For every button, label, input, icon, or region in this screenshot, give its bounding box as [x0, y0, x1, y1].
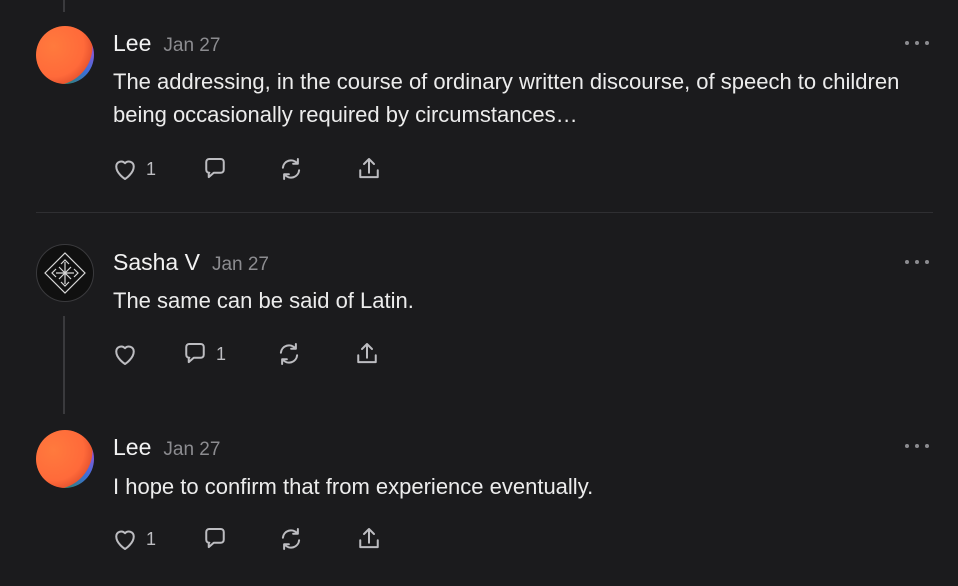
thread-line-top — [63, 0, 65, 12]
comment-meta: Sasha V Jan 27 — [113, 249, 269, 276]
comment-meta: Lee Jan 27 — [113, 434, 220, 461]
more-options-button[interactable] — [905, 38, 929, 48]
comment-body: The same can be said of Latin. — [113, 288, 414, 313]
share-button[interactable] — [354, 524, 384, 554]
restack-button[interactable] — [276, 154, 306, 184]
share-icon — [357, 343, 377, 364]
ellipsis-dot — [925, 260, 929, 264]
ellipsis-icon — [905, 444, 909, 448]
like-count: 1 — [146, 528, 157, 549]
reply-button[interactable] — [200, 524, 236, 554]
heart-icon — [115, 345, 135, 365]
avatar[interactable] — [36, 430, 94, 488]
speech-bubble-icon — [205, 158, 225, 179]
share-button[interactable] — [354, 154, 384, 184]
reply-button[interactable] — [200, 154, 236, 184]
thread-line-reply — [63, 316, 65, 414]
like-button[interactable]: 1 — [110, 154, 156, 184]
comment-body: I hope to confirm that from experience e… — [113, 474, 594, 499]
restack-icon — [279, 343, 299, 365]
speech-bubble-icon — [205, 528, 225, 549]
like-button[interactable] — [110, 339, 146, 369]
ellipsis-dot — [915, 260, 919, 264]
speech-bubble-icon — [185, 343, 205, 364]
like-count: 1 — [146, 158, 157, 179]
comment-divider — [36, 212, 933, 213]
heart-icon — [115, 530, 135, 550]
share-icon — [359, 158, 379, 179]
ellipsis-dot — [925, 444, 929, 448]
author-name[interactable]: Sasha V — [113, 249, 200, 276]
restack-icon — [281, 528, 301, 550]
reply-button[interactable]: 1 — [180, 339, 226, 369]
comment-date[interactable]: Jan 27 — [163, 439, 220, 461]
comment-meta: Lee Jan 27 — [113, 30, 220, 57]
comment-date[interactable]: Jan 27 — [163, 35, 220, 57]
comment-body: The addressing, in the course of ordinar… — [113, 69, 900, 127]
author-name[interactable]: Lee — [113, 434, 151, 461]
avatar[interactable] — [36, 26, 94, 84]
ellipsis-dot — [915, 444, 919, 448]
author-name[interactable]: Lee — [113, 30, 151, 57]
reply-count: 1 — [216, 343, 227, 364]
share-icon — [359, 528, 379, 549]
like-button[interactable]: 1 — [110, 524, 156, 554]
avatar[interactable] — [36, 244, 94, 302]
heart-icon — [115, 160, 135, 180]
emblem-icon — [44, 252, 86, 294]
restack-icon — [281, 158, 301, 180]
restack-button[interactable] — [274, 339, 304, 369]
ellipsis-dot — [915, 41, 919, 45]
share-button[interactable] — [352, 339, 382, 369]
restack-button[interactable] — [276, 524, 306, 554]
more-options-button[interactable] — [905, 441, 929, 451]
ellipsis-icon — [905, 41, 909, 45]
comment-date[interactable]: Jan 27 — [212, 254, 269, 276]
more-options-button[interactable] — [905, 257, 929, 267]
ellipsis-dot — [925, 41, 929, 45]
ellipsis-icon — [905, 260, 909, 264]
